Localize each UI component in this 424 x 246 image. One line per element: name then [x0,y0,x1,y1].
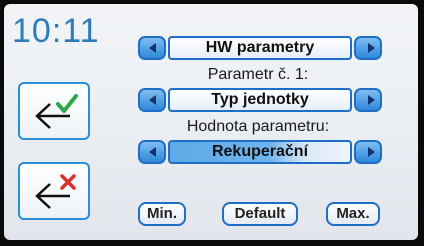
menu-selector: HW parametry [138,36,382,60]
arrow-left-icon [149,43,156,53]
menu-prev-button[interactable] [138,36,166,60]
display-screen: 10:11 HW parametry Parametr č. 1: Typ je… [4,4,418,240]
back-arrow-x-icon [35,174,76,209]
menu-title: HW parametry [168,36,352,60]
parameter-selector: Typ jednotky [138,88,382,112]
parameter-value: Typ jednotky [168,88,352,112]
default-button[interactable]: Default [222,202,298,226]
arrow-left-icon [149,147,156,157]
parameter-next-button[interactable] [354,88,382,112]
value-next-button[interactable] [354,140,382,164]
confirm-button[interactable] [18,82,90,140]
back-arrow-check-icon [35,94,78,129]
cancel-button[interactable] [18,162,90,220]
parameter-prev-button[interactable] [138,88,166,112]
parameter-label: Parametr č. 1: [207,66,309,83]
max-button[interactable]: Max. [326,202,380,226]
arrow-right-icon [368,43,375,53]
arrow-left-icon [149,95,156,105]
menu-next-button[interactable] [354,36,382,60]
parameter-value-field: Rekuperační [168,140,352,164]
clock: 10:11 [12,12,100,50]
parameter-value-label: Hodnota parametru: [186,118,330,135]
arrow-right-icon [368,147,375,157]
value-selector: Rekuperační [138,140,382,164]
min-button[interactable]: Min. [138,202,186,226]
arrow-right-icon [368,95,375,105]
value-prev-button[interactable] [138,140,166,164]
